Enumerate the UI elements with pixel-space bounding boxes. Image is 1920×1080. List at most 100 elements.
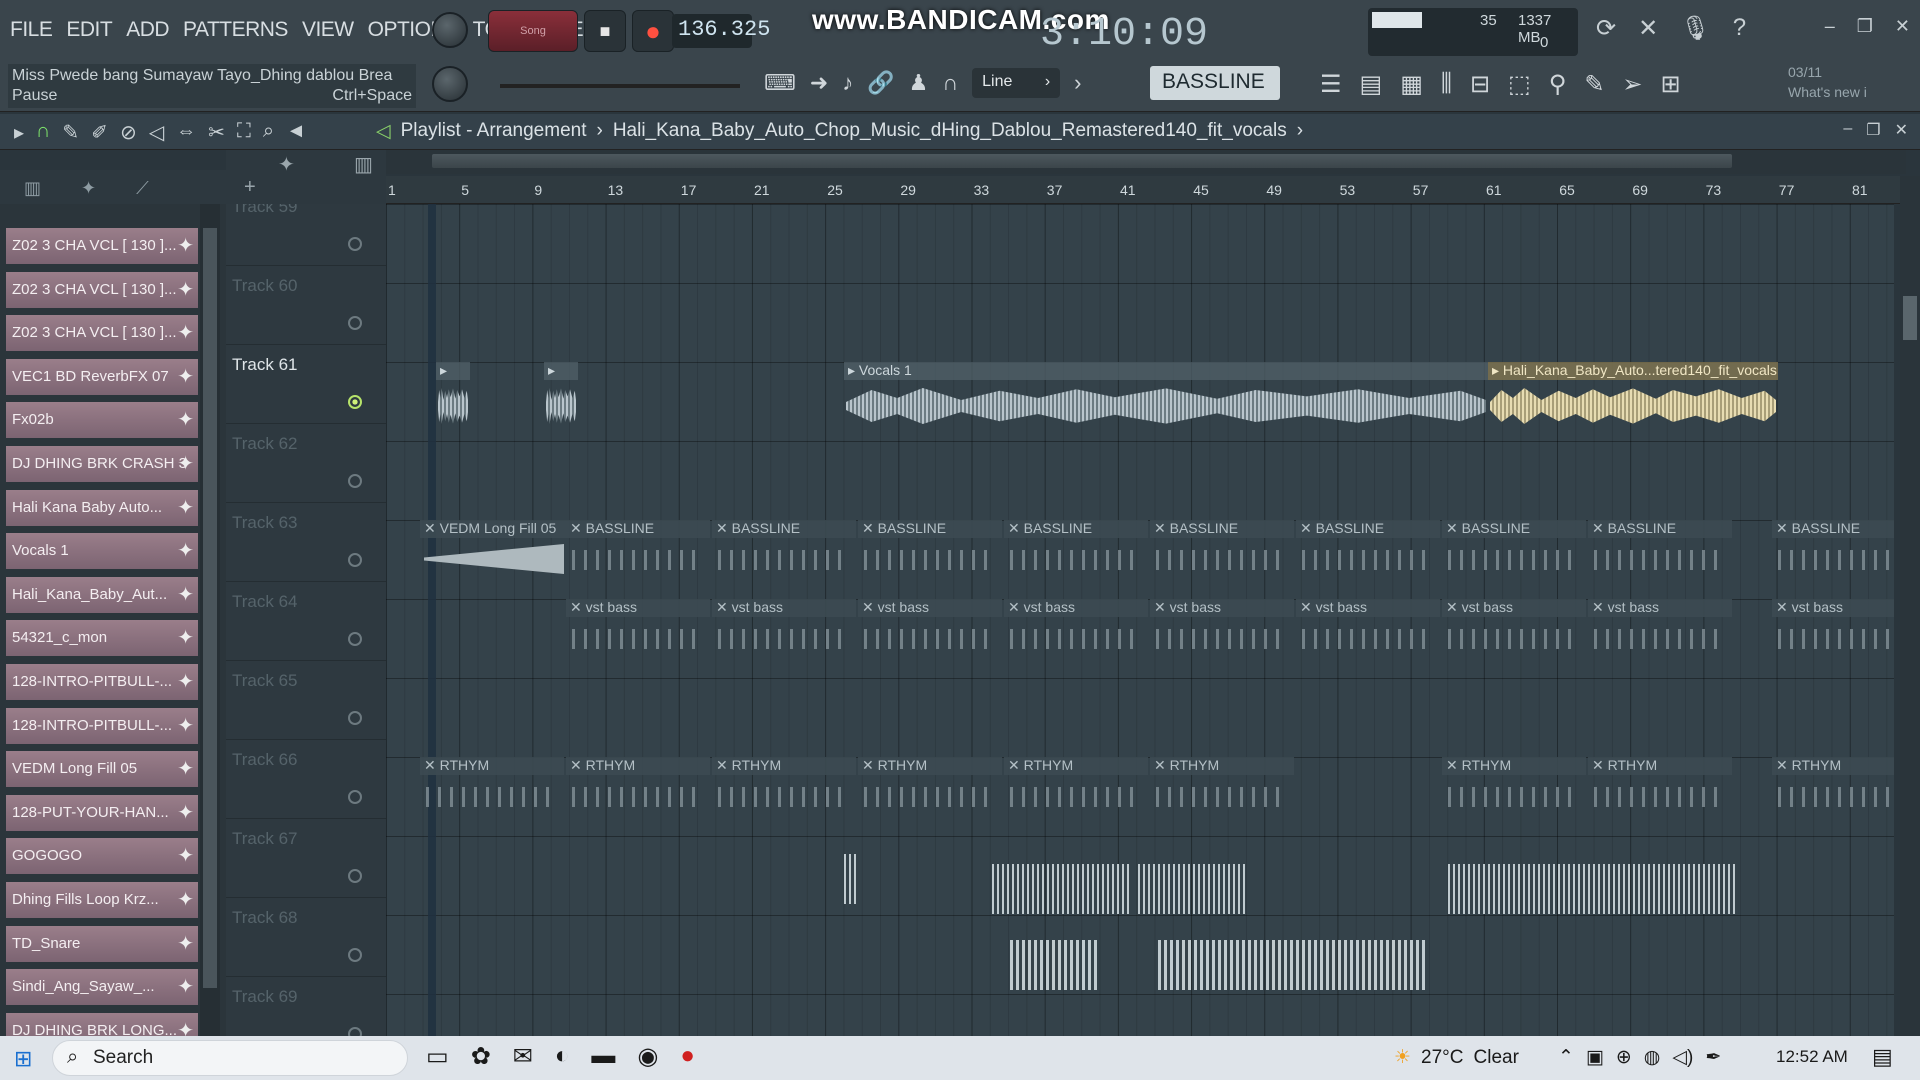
picker-item[interactable]: Fx02b ✦ [6, 402, 198, 439]
copilot-icon[interactable]: ✿ [471, 1042, 491, 1071]
picker-item[interactable]: Z02 3 CHA VCL [ 130 ]... ✦ [6, 315, 198, 352]
picker-item[interactable]: GOGOGO ✦ [6, 838, 198, 875]
picker-scroll-thumb[interactable] [203, 228, 217, 988]
pattern-song-toggle[interactable]: Song [488, 10, 578, 52]
picker-item[interactable]: DJ DHING BRK LONG... ✦ [6, 1012, 198, 1036]
pattern-clip-rthym[interactable]: ✕ RTHYM [1150, 757, 1294, 836]
audio-clip[interactable] [1448, 864, 1738, 924]
pattern-clip-rthym[interactable]: ✕ RTHYM [1588, 757, 1732, 836]
song-position-clock[interactable]: 3:10:09 [1040, 12, 1208, 57]
magnet-icon[interactable]: ∩ [942, 70, 958, 96]
zoom-tool-icon[interactable]: ⌕ [263, 120, 274, 145]
microphone-icon[interactable]: 🎙 [1680, 14, 1710, 43]
master-volume-knob[interactable] [432, 12, 468, 48]
notification-icon[interactable]: ▤ [1872, 1044, 1893, 1070]
plugin-picker-icon[interactable]: ⚲ [1549, 70, 1567, 99]
horizontal-scrollbar[interactable] [386, 150, 1906, 174]
playhead[interactable] [428, 204, 436, 1036]
arrow-left-icon[interactable]: ◁ [376, 120, 391, 143]
mixer-icon[interactable]: ⫼ [1441, 70, 1452, 99]
menu-patterns[interactable]: PATTERNS [183, 18, 288, 42]
track-header[interactable]: Track 69 [226, 977, 386, 1036]
track-mute-led-icon[interactable] [348, 1027, 362, 1036]
audio-clip-hali-fit-vocals[interactable]: ▸ Hali_Kana_Baby_Auto...tered140_fit_voc… [1488, 362, 1778, 441]
pattern-clip-rthym[interactable]: ✕ RTHYM [1772, 757, 1894, 836]
track-mute-led-icon[interactable] [348, 711, 362, 725]
picker-item[interactable]: DJ DHING BRK CRASH 3 ✦ [6, 446, 198, 482]
pattern-clip-vst-bass[interactable]: ✕ vst bass [712, 599, 856, 678]
audio-clip[interactable]: ▸ [544, 362, 578, 441]
vertical-scrollbar[interactable] [1900, 176, 1920, 1036]
picker-item[interactable]: 128-INTRO-PITBULL-... ✦ [6, 664, 198, 700]
track-header[interactable]: Track 65 [226, 661, 386, 740]
pattern-clip-vedm-fill[interactable]: ✕ VEDM Long Fill 05 [420, 520, 566, 599]
picker-item[interactable]: TD_Snare ✦ [6, 925, 198, 962]
magnet-snap-icon[interactable]: ∩ [36, 120, 50, 145]
menu-edit[interactable]: EDIT [66, 18, 112, 42]
pattern-clip-vst-bass[interactable]: ✕ vst bass [858, 599, 1002, 678]
audio-clip[interactable] [1158, 940, 1428, 1000]
channel-rack-icon[interactable]: ▦ [1400, 70, 1423, 99]
add-track-icon[interactable]: + [244, 176, 256, 199]
picker-item[interactable]: 128-INTRO-PITBULL-... ✦ [6, 707, 198, 744]
track-header[interactable]: Track 68 [226, 898, 386, 977]
picker-automation-icon[interactable]: ⟋ [136, 178, 149, 198]
picker-item[interactable]: 54321_c_mon ✦ [6, 620, 198, 657]
picker-item[interactable]: VEC1 BD ReverbFX 07 ✦ [6, 358, 198, 395]
track-mute-led-icon[interactable] [348, 790, 362, 804]
playlist-grid[interactable]: ▸ ▸ ▸ Vocals 1 ▸ Hali_Kana_Baby_Auto...t… [386, 204, 1894, 1036]
picker-item[interactable]: Sindi_Ang_Sayaw_... ✦ [6, 969, 198, 1006]
news-panel[interactable]: 03/11 What's new i [1788, 62, 1880, 106]
bandicam-icon[interactable]: ● [680, 1042, 695, 1071]
tempo-display[interactable]: 136.325 [672, 14, 770, 48]
arrow-right-icon[interactable]: ➜ [810, 70, 828, 96]
menu-file[interactable]: FILE [10, 18, 53, 42]
picker-item[interactable]: 128-PUT-YOUR-HAN... ✦ [6, 794, 198, 831]
audio-clip[interactable]: ▸ [436, 362, 470, 441]
waveform-icon[interactable]: ✦ [278, 152, 295, 177]
audio-clip[interactable] [1010, 940, 1100, 1000]
picker-item[interactable]: Z02 3 CHA VCL [ 130 ]... ✦ [6, 228, 198, 264]
system-clock[interactable]: 12:52 AM [1776, 1047, 1848, 1067]
track-header[interactable]: Track 66 [226, 740, 386, 819]
tools-icon[interactable]: ✕ [1638, 14, 1658, 43]
link-icon[interactable]: 🔗 [867, 70, 894, 96]
picker-item[interactable]: Z02 3 CHA VCL [ 130 ]... ✦ [6, 271, 198, 308]
track-mute-led-icon[interactable] [348, 869, 362, 883]
audio-clip[interactable] [992, 864, 1132, 924]
pattern-clip-rthym[interactable]: ✕ RTHYM [420, 757, 564, 836]
minimize-icon[interactable]: – [1825, 16, 1835, 37]
slide-icon[interactable]: ♪ [842, 70, 853, 96]
picker-item[interactable]: Hali Kana Baby Auto... ✦ [6, 489, 198, 526]
timeline-ruler[interactable]: 1 5 9 13 17 21 25 29 33 37 41 45 49 53 57 61 65 69 73 77 81 [386, 176, 1906, 204]
touch-keyboard-icon[interactable]: ✎ [1584, 70, 1604, 99]
paint-tool-icon[interactable]: ✐ [91, 120, 108, 145]
track-mute-led-icon[interactable] [348, 474, 362, 488]
maximize-icon[interactable]: ❐ [1866, 120, 1880, 140]
pattern-clip-bassline[interactable]: ✕ BASSLINE [712, 520, 856, 599]
track-header[interactable]: Track 67 [226, 819, 386, 898]
pattern-selector[interactable]: BASSLINE [1150, 66, 1280, 100]
pattern-clip-bassline[interactable]: ✕ BASSLINE [1442, 520, 1586, 599]
audio-clip[interactable] [844, 854, 858, 914]
select-tool-icon[interactable]: ⛶ [237, 120, 251, 145]
close-icon[interactable]: ✕ [1895, 16, 1910, 37]
track-header[interactable]: Track 62 [226, 424, 386, 503]
playback-tool-icon[interactable]: ◄ [286, 120, 306, 145]
pattern-clip-bassline[interactable]: ✕ BASSLINE [1296, 520, 1440, 599]
windows-start-icon[interactable]: ⊞ [14, 1046, 32, 1072]
restore-icon[interactable]: ❐ [1857, 16, 1873, 37]
cart-icon[interactable]: ⊞ [1661, 70, 1681, 99]
picker-scrollbar[interactable] [200, 204, 220, 1036]
snap-selector[interactable]: Line › [972, 68, 1061, 98]
playlist-menu-icon[interactable]: ▸ [14, 120, 24, 145]
volume-icon[interactable]: ◁) [1672, 1046, 1693, 1069]
weather-widget[interactable]: ☀ 27°C Clear [1394, 1046, 1519, 1069]
browser-icon[interactable]: ⊟ [1470, 70, 1490, 99]
close-icon[interactable]: ✕ [1895, 120, 1908, 140]
help-icon[interactable]: ? [1733, 14, 1746, 43]
menu-add[interactable]: ADD [126, 18, 169, 42]
pen-icon[interactable]: ✒ [1705, 1046, 1721, 1069]
current-clip-name[interactable]: Hali_Kana_Baby_Auto_Chop_Music_dHing_Dab… [613, 120, 1287, 143]
delete-tool-icon[interactable]: ⊘ [120, 120, 137, 145]
